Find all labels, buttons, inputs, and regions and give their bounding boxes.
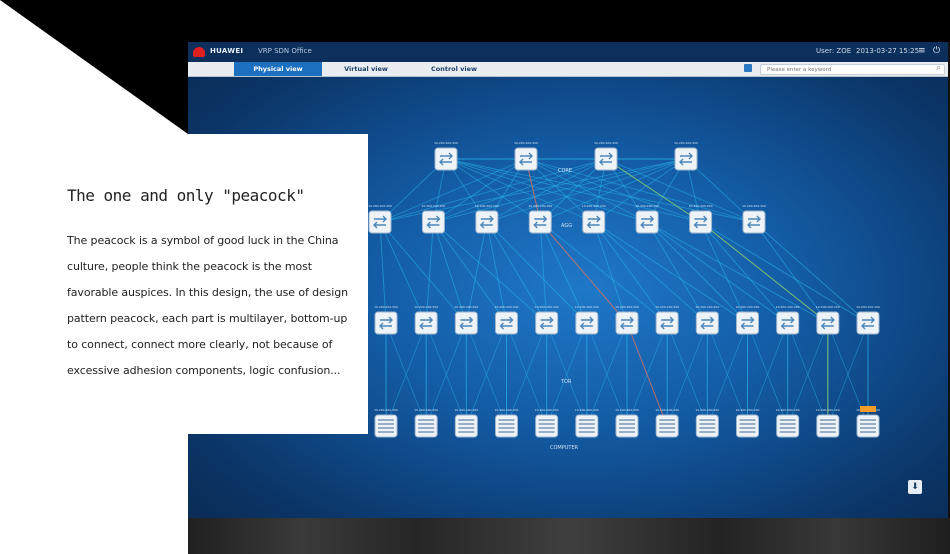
background-photo-strip [188,518,950,554]
tor-switch-node[interactable]: 10.200.200.200 [816,305,840,335]
layer-label-computer: COMPUTER [550,445,579,451]
tor-switch-node[interactable]: 10.200.200.200 [615,305,639,335]
node-ip-label: 10.200.200.200 [655,305,679,309]
tor-switch-node[interactable]: 10.200.200.200 [655,305,679,335]
node-ip-label: 10.200.200.200 [816,408,840,412]
node-ip-label: 10.200.200.200 [414,408,438,412]
agg-switch-node[interactable]: 10.200.200.200 [421,204,445,234]
menu-icon[interactable]: ≡ [918,46,926,56]
app-title-bar: HUAWEI VRP SDN Office User: ZOE 2013-03-… [188,42,948,62]
node-ip-label: 10.200.200.200 [535,408,559,412]
node-ip-label: 10.200.200.200 [454,408,478,412]
node-ip-label: 10.200.200.200 [615,408,639,412]
node-ip-label: 10.200.200.200 [776,408,800,412]
alarm-badge [860,406,876,412]
tor-switch-node[interactable]: 10.200.200.200 [856,305,880,335]
agg-switch-node[interactable]: 10.200.200.200 [528,204,552,234]
core-switch-node[interactable]: 10.200.200.200 [674,141,698,171]
node-ip-label: 10.200.200.200 [495,408,519,412]
network-link [540,221,668,324]
node-ip-label: 10.200.200.200 [695,408,719,412]
node-ip-label: 10.200.200.200 [575,305,599,309]
search-input[interactable] [767,65,927,74]
node-ip-label: 10.200.200.200 [368,204,392,208]
tor-switch-node[interactable]: 10.200.200.200 [374,305,398,335]
server-node[interactable]: 10.200.200.200 [856,406,880,438]
node-ip-label: 10.200.200.200 [674,141,698,145]
node-ip-label: 10.200.200.200 [635,204,659,208]
node-ip-label: 10.200.200.200 [374,408,398,412]
node-ip-label: 10.200.200.200 [776,305,800,309]
tab-control-view[interactable]: Control view [410,62,498,76]
card-body: The peacock is a symbol of good luck in … [67,234,349,377]
core-switch-node[interactable]: 10.200.200.200 [434,141,458,171]
node-ip-label: 10.200.200.200 [434,141,458,145]
node-ip-label: 10.200.200.200 [514,141,538,145]
node-ip-label: 10.200.200.200 [615,305,639,309]
node-ip-label: 10.200.200.200 [816,305,840,309]
node-ip-label: 10.200.200.200 [475,204,499,208]
layer-label-agg: AGG [561,223,572,229]
network-link [753,221,869,324]
agg-switch-node[interactable]: 10.200.200.200 [689,204,713,234]
node-ip-label: 10.200.200.200 [374,305,398,309]
node-ip-label: 10.200.200.200 [689,204,713,208]
product-name: VRP SDN Office [258,47,312,55]
agg-switch-node[interactable]: 10.200.200.200 [742,204,766,234]
node-ip-label: 10.200.200.200 [736,408,760,412]
node-ip-label: 10.200.200.200 [594,141,618,145]
node-ip-label: 10.200.200.200 [742,204,766,208]
search-box[interactable]: ⌕ [760,63,945,75]
node-ip-label: 10.200.200.200 [582,204,606,208]
tor-switch-node[interactable]: 10.200.200.200 [495,305,519,335]
tor-switch-node[interactable]: 10.200.200.200 [736,305,760,335]
node-ip-label: 10.200.200.200 [856,305,880,309]
node-ip-label: 10.200.200.200 [414,305,438,309]
layer-label-core: CORE [558,168,572,174]
power-icon[interactable]: ⏻ [933,46,940,56]
tab-physical-view[interactable]: Physical view [234,62,322,76]
export-icon[interactable]: ⬇ [908,480,922,494]
view-tab-bar: Physical view Virtual view Control view … [188,62,948,77]
node-ip-label: 10.200.200.200 [454,305,478,309]
tor-switch-node[interactable]: 10.200.200.200 [575,305,599,335]
tor-switch-node[interactable]: 10.200.200.200 [414,305,438,335]
node-ip-label: 10.200.200.200 [695,305,719,309]
node-ip-label: 10.200.200.200 [535,305,559,309]
node-ip-label: 10.200.200.200 [421,204,445,208]
calendar-icon[interactable] [744,64,752,72]
network-link [700,221,829,324]
tab-virtual-view[interactable]: Virtual view [322,62,410,76]
core-switch-node[interactable]: 10.200.200.200 [594,141,618,171]
layer-label-tor: TOR [560,379,572,385]
card-title: The one and only "peacock" [67,186,305,205]
search-icon[interactable]: ⌕ [937,63,941,73]
node-ip-label: 10.200.200.200 [495,305,519,309]
user-label: User: ZOE [816,47,852,55]
core-switch-node[interactable]: 10.200.200.200 [514,141,538,171]
node-ip-label: 10.200.200.200 [655,408,679,412]
tor-switch-node[interactable]: 10.200.200.200 [454,305,478,335]
node-ip-label: 10.200.200.200 [575,408,599,412]
agg-switch-node[interactable]: 10.200.200.200 [368,204,392,234]
brand-name: HUAWEI [210,47,244,55]
tor-switch-node[interactable]: 10.200.200.200 [776,305,800,335]
node-ip-label: 10.200.200.200 [736,305,760,309]
description-card: The one and only "peacock" The peacock i… [48,134,368,434]
huawei-logo [193,47,205,57]
node-ip-label: 10.200.200.200 [528,204,552,208]
datetime-label: 2013-03-27 15:25 [856,47,920,55]
